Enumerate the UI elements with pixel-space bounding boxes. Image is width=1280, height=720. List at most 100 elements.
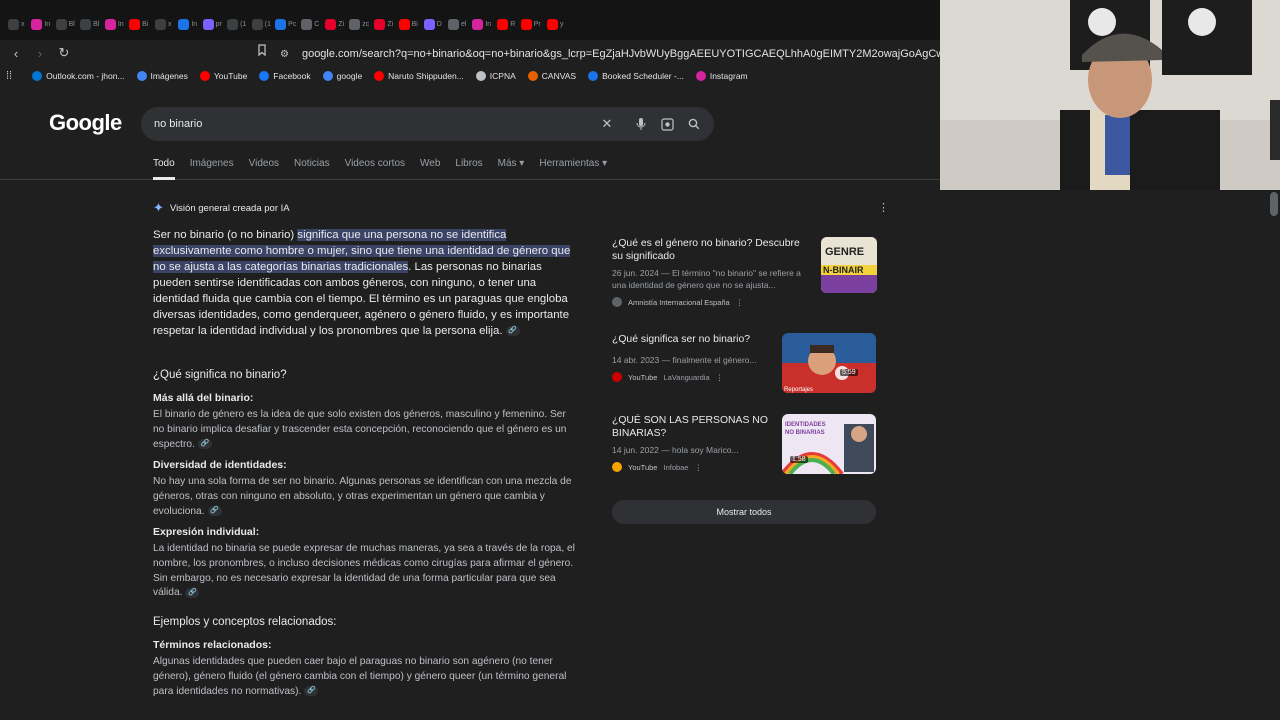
bookmark-item[interactable]: Instagram (695, 71, 748, 81)
right-blank-area (940, 190, 1280, 720)
tab-favicon-icon (178, 18, 190, 30)
bookmark-favicon-icon (322, 71, 333, 81)
link-icon[interactable]: 🔗 (197, 438, 212, 449)
bookmark-item[interactable]: Booked Scheduler -... (588, 71, 684, 81)
browser-tab[interactable]: x (151, 8, 176, 40)
bookmark-icon[interactable] (256, 44, 272, 60)
bookmark-item[interactable]: YouTube (199, 71, 248, 81)
svg-text:GENRE: GENRE (825, 246, 864, 258)
search-icon[interactable] (686, 116, 702, 132)
browser-tab[interactable]: R (494, 8, 519, 40)
source-card[interactable]: ¿QUÉ SON LAS PERSONAS NO BINARIAS? 14 ju… (612, 414, 876, 474)
search-tabs: Todo Imágenes Videos Noticias Videos cortos W… (153, 156, 622, 180)
search-tab[interactable]: Web (420, 156, 440, 180)
ai-intro-paragraph: Ser no binario (o no binario) significa … (153, 227, 578, 339)
browser-tab[interactable]: pr (200, 8, 225, 40)
search-tab[interactable]: Noticias (294, 156, 330, 180)
tab-label: Bi (142, 20, 149, 28)
bookmark-item[interactable]: google (322, 71, 362, 81)
browser-tab[interactable]: Pc (274, 8, 299, 40)
source-card[interactable]: ¿Qué significa ser no binario? 14 abr. 2… (612, 333, 876, 393)
bookmark-item[interactable]: Naruto Shippuden... (374, 71, 464, 81)
apps-icon[interactable]: ⁞⁞ (6, 70, 12, 82)
reload-icon[interactable]: ↻ (54, 43, 74, 63)
site-info-icon[interactable]: ⚙ (280, 49, 294, 60)
tab-label: In (191, 20, 198, 28)
microphone-icon[interactable] (633, 116, 649, 132)
scrollbar[interactable] (1270, 192, 1278, 216)
more-icon[interactable]: ⋮ (716, 373, 724, 382)
browser-tab[interactable]: Pr (519, 8, 544, 40)
show-all-button[interactable]: Mostrar todos (612, 500, 876, 524)
search-tab[interactable]: Libros (455, 156, 482, 180)
video-thumbnail[interactable]: IDENTIDADES NO BINARIAS 1:58 (782, 414, 876, 474)
clear-icon[interactable]: ✕ (599, 116, 615, 132)
browser-tab[interactable]: Bi (396, 8, 421, 40)
browser-tab[interactable]: Bl (78, 8, 103, 40)
link-icon[interactable]: 🔗 (505, 325, 520, 336)
source-card[interactable]: ¿Qué es el género no binario? Descubre s… (612, 237, 877, 307)
tab-label: Pr (533, 20, 541, 28)
browser-tab[interactable]: y (543, 8, 568, 40)
search-tab[interactable]: Todo (153, 156, 175, 180)
search-tab[interactable]: Videos cortos (345, 156, 405, 180)
search-tab[interactable]: Herramientas ▾ (539, 156, 607, 180)
card-title[interactable]: ¿Qué es el género no binario? Descubre s… (612, 237, 812, 263)
tab-favicon-icon (520, 18, 532, 30)
browser-tab[interactable]: Zi (372, 8, 397, 40)
search-box[interactable]: ✕ (141, 107, 714, 141)
google-logo[interactable]: Google (49, 110, 122, 136)
section-heading: ¿Qué significa no binario? (153, 369, 287, 381)
more-icon[interactable]: ⋮ (736, 298, 744, 307)
browser-tab[interactable]: zc (347, 8, 372, 40)
browser-tab[interactable]: In (102, 8, 127, 40)
bookmark-item[interactable]: CANVAS (527, 71, 576, 81)
search-tab[interactable]: Imágenes (190, 156, 234, 180)
bookmark-label: YouTube (213, 71, 248, 81)
card-snippet: 26 jun. 2024 — El término "no binario" s… (612, 268, 801, 290)
bookmark-item[interactable]: Imágenes (136, 71, 188, 81)
bookmark-favicon-icon (588, 71, 599, 81)
browser-tab[interactable]: (1 (249, 8, 274, 40)
source-icon (612, 462, 622, 472)
browser-tab[interactable]: Bl (53, 8, 78, 40)
link-icon[interactable]: 🔗 (304, 685, 319, 696)
navigation-bar: ‹ › ↻ ⚙ google.com/search?q=no+binario&o… (0, 40, 940, 66)
more-options-icon[interactable]: ⋮ (878, 201, 889, 214)
browser-tab[interactable]: x (4, 8, 29, 40)
camera-search-icon[interactable] (659, 116, 675, 132)
bookmark-label: ICPNA (489, 71, 516, 81)
search-input[interactable] (154, 118, 584, 130)
browser-tab[interactable]: In (176, 8, 201, 40)
more-icon[interactable]: ⋮ (695, 463, 703, 472)
ai-overview-title: Visión general creada por IA (169, 202, 290, 214)
link-icon[interactable]: 🔗 (185, 587, 200, 598)
back-icon[interactable]: ‹ (6, 43, 26, 63)
browser-tab[interactable]: Zi (323, 8, 348, 40)
browser-tab[interactable]: el (445, 8, 470, 40)
browser-tab[interactable]: (1 (225, 8, 250, 40)
search-tab[interactable]: Más ▾ (498, 156, 525, 180)
subheading: Diversidad de identidades: (153, 459, 287, 471)
svg-text:N-BINAIR: N-BINAIR (823, 265, 864, 275)
bookmark-item[interactable]: ICPNA (475, 71, 516, 81)
link-icon[interactable]: 🔗 (207, 505, 222, 516)
bookmark-favicon-icon (475, 71, 486, 81)
search-tab[interactable]: Videos (249, 156, 279, 180)
forward-icon[interactable]: › (30, 43, 50, 63)
card-thumbnail[interactable]: GENRE N-BINAIR (821, 237, 877, 293)
address-bar[interactable]: ⚙ google.com/search?q=no+binario&oq=no+b… (280, 44, 940, 64)
browser-tab[interactable]: In (29, 8, 54, 40)
subheading: Términos relacionados: (153, 639, 272, 651)
webcam-overlay (940, 0, 1280, 190)
video-thumbnail[interactable]: Reportajes 5:59 (782, 333, 876, 393)
bookmark-item[interactable]: Facebook (259, 71, 311, 81)
bookmark-label: Instagram (709, 71, 748, 81)
browser-tab[interactable]: C (298, 8, 323, 40)
bookmark-item[interactable]: Outlook.com - jhon... (32, 71, 125, 81)
tab-label: Zi (387, 20, 394, 28)
browser-tab[interactable]: Bi (127, 8, 152, 40)
browser-tab[interactable]: In (470, 8, 495, 40)
browser-tab[interactable]: D (421, 8, 446, 40)
tab-favicon-icon (80, 18, 92, 30)
